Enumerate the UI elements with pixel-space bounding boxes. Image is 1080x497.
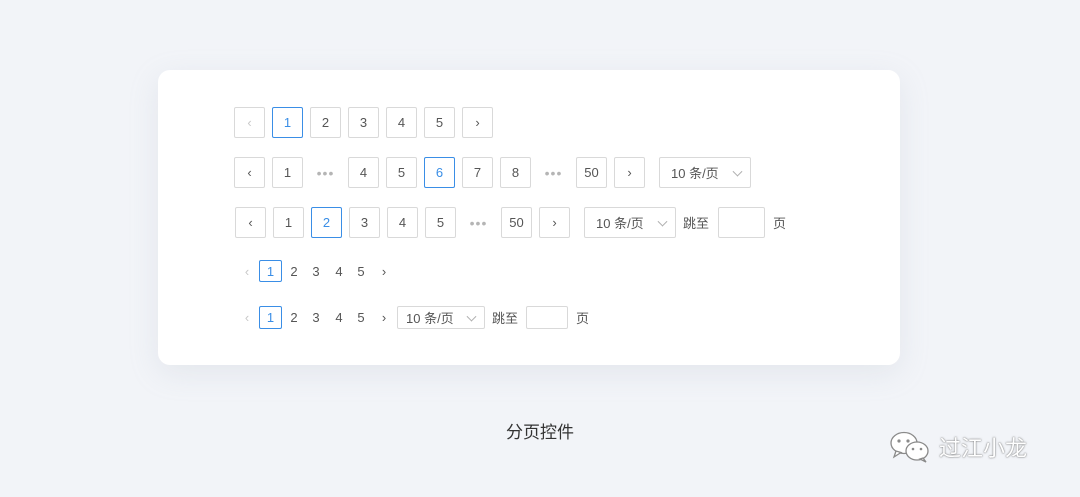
- prev-page-button[interactable]: ‹: [238, 306, 256, 329]
- page-button[interactable]: 1: [259, 260, 282, 282]
- page-button[interactable]: 2: [283, 260, 305, 282]
- chevron-down-icon: [466, 311, 477, 322]
- page-size-value: 10 条/页: [406, 311, 454, 326]
- page-button[interactable]: 3: [349, 207, 380, 238]
- page-button[interactable]: 7: [462, 157, 493, 188]
- chevron-right-icon: ›: [627, 165, 632, 180]
- page-button[interactable]: 1: [273, 207, 304, 238]
- page-button[interactable]: 5: [350, 306, 372, 329]
- next-page-button[interactable]: ›: [373, 260, 395, 282]
- pagination-card: ‹ 1 2 3 4 5 › ‹ 1 ••• 4 5 6 7 8 ••• 50 ›…: [158, 70, 900, 365]
- page-size-value: 10 条/页: [671, 166, 719, 181]
- page-button[interactable]: 1: [259, 306, 282, 329]
- jump-label: 跳至: [683, 216, 710, 231]
- page-size-select[interactable]: 10 条/页: [659, 157, 751, 188]
- next-page-button[interactable]: ›: [539, 207, 570, 238]
- chevron-left-icon: ‹: [247, 115, 252, 130]
- chevron-right-icon: ›: [381, 263, 387, 279]
- page-button[interactable]: 2: [283, 306, 305, 329]
- page-button[interactable]: 5: [386, 157, 417, 188]
- page-button[interactable]: 5: [350, 260, 372, 282]
- jump-page-input[interactable]: [718, 207, 765, 238]
- pagination-with-jumper: ‹ 1 2 3 4 5 ••• 50 › 10 条/页 跳至 页: [158, 207, 900, 238]
- page-button[interactable]: 4: [348, 157, 379, 188]
- page-button[interactable]: 2: [311, 207, 342, 238]
- page-button[interactable]: 50: [501, 207, 532, 238]
- page-button[interactable]: 8: [500, 157, 531, 188]
- watermark-text: 过江小龙: [939, 437, 1028, 462]
- chevron-left-icon: ‹: [247, 165, 252, 180]
- page-button[interactable]: 4: [328, 260, 350, 282]
- page-button[interactable]: 3: [305, 260, 327, 282]
- page-ellipsis[interactable]: •••: [538, 157, 569, 188]
- page-button[interactable]: 50: [576, 157, 607, 188]
- page-button[interactable]: 3: [305, 306, 327, 329]
- page-unit-label: 页: [576, 311, 590, 326]
- prev-page-button[interactable]: ‹: [238, 260, 256, 282]
- page-button[interactable]: 2: [310, 107, 341, 138]
- wechat-icon: [890, 431, 929, 463]
- chevron-down-icon: [732, 166, 743, 177]
- prev-page-button[interactable]: ‹: [235, 207, 266, 238]
- chevron-right-icon: ›: [475, 115, 480, 130]
- chevron-left-icon: ‹: [244, 310, 250, 325]
- page-unit-label: 页: [773, 216, 787, 231]
- pagination-mini: ‹ 1 2 3 4 5 ›: [158, 260, 900, 282]
- pagination-with-ellipsis: ‹ 1 ••• 4 5 6 7 8 ••• 50 › 10 条/页: [158, 157, 900, 188]
- watermark: 过江小龙: [889, 430, 1027, 464]
- page-ellipsis[interactable]: •••: [310, 157, 341, 188]
- page-ellipsis[interactable]: •••: [463, 207, 494, 238]
- page-button[interactable]: 4: [386, 107, 417, 138]
- pagination-mini-with-jumper: ‹ 1 2 3 4 5 › 10 条/页 跳至 页: [158, 306, 900, 329]
- next-page-button[interactable]: ›: [373, 306, 395, 329]
- page-size-value: 10 条/页: [596, 216, 644, 231]
- next-page-button[interactable]: ›: [614, 157, 645, 188]
- page-button[interactable]: 4: [387, 207, 418, 238]
- chevron-down-icon: [657, 216, 668, 227]
- page-button[interactable]: 5: [424, 107, 455, 138]
- prev-page-button[interactable]: ‹: [234, 157, 265, 188]
- chevron-left-icon: ‹: [248, 215, 253, 230]
- page-button[interactable]: 4: [328, 306, 350, 329]
- page-size-select[interactable]: 10 条/页: [584, 207, 676, 238]
- page-size-select[interactable]: 10 条/页: [397, 306, 485, 329]
- page-button[interactable]: 1: [272, 157, 303, 188]
- chevron-right-icon: ›: [381, 310, 387, 325]
- chevron-right-icon: ›: [552, 215, 557, 230]
- pagination-basic: ‹ 1 2 3 4 5 ›: [158, 107, 900, 138]
- page-button[interactable]: 6: [424, 157, 455, 188]
- page-button[interactable]: 1: [272, 107, 303, 138]
- page-button[interactable]: 3: [348, 107, 379, 138]
- next-page-button[interactable]: ›: [462, 107, 493, 138]
- chevron-left-icon: ‹: [244, 263, 250, 279]
- jump-label: 跳至: [492, 311, 519, 326]
- prev-page-button[interactable]: ‹: [234, 107, 265, 138]
- jump-page-input[interactable]: [526, 306, 568, 329]
- page-button[interactable]: 5: [425, 207, 456, 238]
